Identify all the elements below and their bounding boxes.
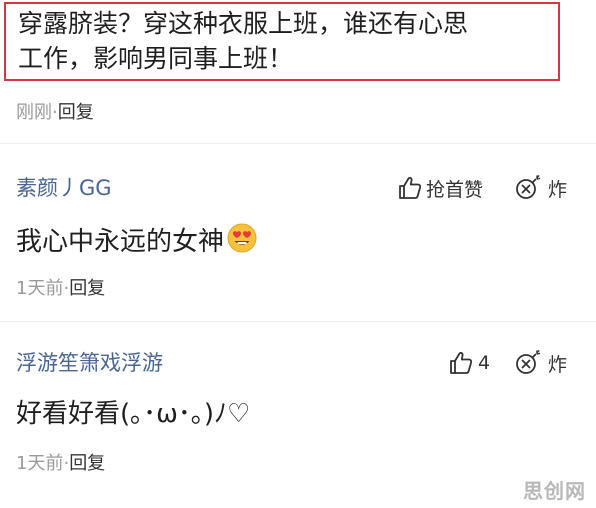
comment-username[interactable]: 素颜丿GG (16, 175, 112, 201)
comment-body: 我心中永远的女神 (16, 227, 225, 257)
like-button[interactable]: 抢首赞 (397, 174, 483, 202)
divider (0, 321, 596, 322)
comment-time: 1天前 (16, 453, 64, 474)
like-label: 抢首赞 (426, 178, 484, 201)
comment-username[interactable]: 浮游笙箫戏浮游 (16, 350, 163, 376)
heart-eyes-emoji-icon (226, 222, 258, 263)
watermark: 思创网 (523, 479, 586, 503)
bomb-icon (514, 174, 542, 202)
bomb-button[interactable]: 炸 (514, 174, 567, 202)
quote-line-1: 穿露脐装？穿这种衣服上班，谁还有心思 (18, 9, 469, 38)
bomb-button[interactable]: 炸 (514, 349, 567, 377)
like-button[interactable]: 4 (448, 349, 490, 377)
comment-meta: 1天前·回复 (16, 453, 105, 475)
bomb-label: 炸 (548, 178, 568, 201)
highlighted-quote: 穿露脐装？穿这种衣服上班，谁还有心思 工作，影响男同事上班！ (4, 2, 560, 81)
comment-reply-button[interactable]: 回复 (69, 453, 105, 474)
bomb-label: 炸 (548, 353, 568, 376)
comment-time: 1天前 (16, 278, 64, 299)
thumbs-up-icon (397, 175, 423, 201)
comment-meta: 1天前·回复 (16, 278, 105, 300)
comment-text: 好看好看(｡･ω･｡)ﾉ♡ (16, 399, 251, 429)
post-reply-button[interactable]: 回复 (58, 102, 94, 123)
like-count: 4 (478, 352, 491, 374)
post-time: 刚刚 (16, 102, 52, 123)
thumbs-up-icon (448, 350, 474, 376)
comment-text: 我心中永远的女神 (16, 222, 258, 263)
comment-reply-button[interactable]: 回复 (69, 278, 105, 299)
post-meta: 刚刚·回复 (16, 102, 94, 124)
divider (0, 143, 596, 144)
bomb-icon (514, 349, 542, 377)
quote-line-2: 工作，影响男同事上班！ (18, 44, 294, 73)
